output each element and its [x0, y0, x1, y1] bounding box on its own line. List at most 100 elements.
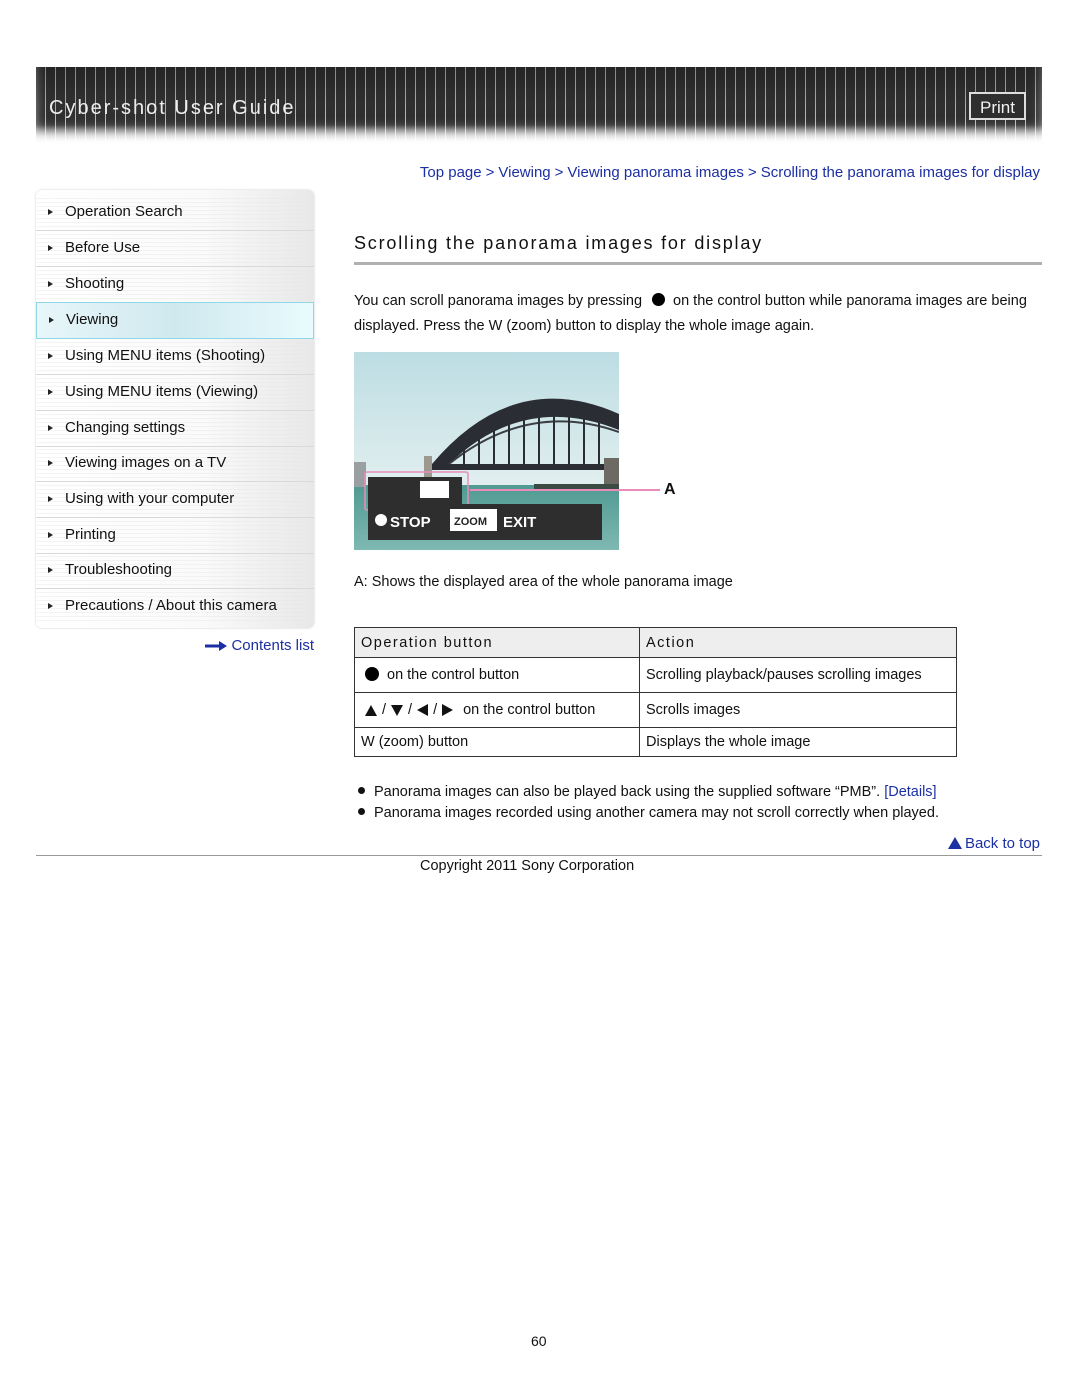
table-cell-button: / / / on the control button — [354, 692, 640, 728]
sidebar-item-menu-viewing[interactable]: Using MENU items (Viewing) — [36, 375, 314, 411]
bullet-icon — [358, 787, 365, 794]
breadcrumb: Top page > Viewing > Viewing panorama images… — [420, 164, 1040, 181]
title-divider — [354, 262, 1042, 265]
sidebar-item-precautions[interactable]: Precautions / About this camera — [36, 589, 314, 624]
header-bar: Cyber-shot User Guide Print — [36, 67, 1042, 143]
breadcrumb-separator: > — [747, 164, 757, 181]
sidebar-item-printing[interactable]: Printing — [36, 518, 314, 554]
table-cell-action: Scrolling playback/pauses scrolling imag… — [639, 657, 957, 693]
back-to-top-label: Back to top — [964, 835, 1040, 852]
overlay-stop-label: STOP — [390, 514, 431, 531]
table-cell-action: Displays the whole image — [639, 727, 957, 757]
sidebar-item-before-use[interactable]: Before Use — [36, 231, 314, 267]
arrow-right-icon — [48, 389, 53, 395]
arrow-right-icon — [48, 496, 53, 502]
sidebar-item-shooting[interactable]: Shooting — [36, 267, 314, 303]
playback-overlay-bar: STOP ZOOM EXIT — [368, 504, 602, 540]
page-title: Scrolling the panorama images for displa… — [354, 233, 763, 253]
page-number: 60 — [531, 1333, 547, 1349]
print-button[interactable]: Print — [969, 92, 1026, 120]
breadcrumb-viewing[interactable]: Viewing — [498, 164, 550, 181]
breadcrumb-viewing-panorama[interactable]: Viewing panorama images — [567, 164, 744, 181]
bullet-icon — [358, 808, 365, 815]
sidebar-item-label: Using MENU items (Viewing) — [65, 383, 259, 400]
footer-divider — [36, 855, 1042, 856]
sidebar-item-viewing-tv[interactable]: Viewing images on a TV — [36, 446, 314, 482]
panorama-illustration: STOP ZOOM EXIT — [354, 352, 619, 550]
sidebar-item-label: Troubleshooting — [65, 561, 173, 578]
arrow-right-icon — [48, 425, 53, 431]
slash: / — [408, 702, 413, 718]
callout-label-a: A — [664, 481, 676, 498]
note-text: Panorama images can also be played back … — [374, 784, 881, 800]
sidebar-item-label: Using MENU items (Shooting) — [65, 347, 266, 364]
arrow-right-icon — [48, 209, 53, 215]
sidebar-item-label: Before Use — [65, 239, 141, 256]
panorama-figure: STOP ZOOM EXIT — [354, 352, 619, 550]
table-cell-button: on the control button — [354, 657, 640, 693]
arrow-left-icon — [417, 704, 429, 717]
table-row: W (zoom) button Displays the whole image — [354, 727, 957, 757]
contents-list-link[interactable]: Contents list — [205, 637, 314, 654]
arrow-right-icon — [48, 460, 53, 466]
arrow-down-icon — [391, 704, 404, 716]
overlay-exit-label: EXIT — [503, 514, 536, 531]
arrow-right-icon — [48, 532, 53, 538]
intro-text-1: You can scroll panorama images by pressi… — [354, 293, 643, 309]
arrow-up-icon — [365, 704, 377, 716]
sidebar-item-label: Printing — [65, 526, 116, 543]
copyright: Copyright 2011 Sony Corporation — [420, 858, 635, 874]
breadcrumb-separator: > — [554, 164, 564, 181]
sidebar-item-label: Shooting — [65, 275, 125, 292]
back-to-top-link[interactable]: Back to top — [947, 835, 1040, 852]
note-text: Panorama images recorded using another c… — [374, 805, 939, 821]
arrow-right-icon — [48, 353, 53, 359]
sidebar-nav: Operation Search Before Use Shooting Vie… — [36, 190, 314, 628]
arrow-right-icon — [442, 704, 454, 717]
sidebar-item-label: Operation Search — [65, 203, 183, 220]
arrow-up-icon — [947, 837, 962, 849]
center-button-icon — [365, 667, 379, 681]
arrow-right-icon — [49, 317, 54, 323]
table-header-action: Action — [639, 627, 957, 658]
app-title: Cyber-shot User Guide — [49, 97, 296, 119]
arrow-right-icon — [48, 245, 53, 251]
center-button-icon — [652, 293, 666, 306]
sidebar-item-label: Changing settings — [65, 419, 186, 436]
sidebar-item-changing-settings[interactable]: Changing settings — [36, 411, 314, 447]
notes-list: Panorama images can also be played back … — [358, 782, 939, 824]
figure-caption: A: Shows the displayed area of the whole… — [354, 574, 733, 590]
sidebar-item-operation-search[interactable]: Operation Search — [36, 195, 314, 231]
sidebar-item-viewing[interactable]: Viewing — [36, 302, 314, 339]
callout-line — [470, 489, 660, 491]
breadcrumb-separator: > — [485, 164, 495, 181]
table-header-row: Operation button Action — [354, 627, 957, 658]
arrow-right-icon — [205, 641, 228, 652]
sidebar-item-troubleshooting[interactable]: Troubleshooting — [36, 553, 314, 589]
buildings — [354, 462, 366, 487]
button-text: on the control button — [387, 667, 520, 683]
intro-paragraph: You can scroll panorama images by pressi… — [354, 289, 1044, 339]
arrow-right-icon — [48, 281, 53, 287]
sidebar-item-computer[interactable]: Using with your computer — [36, 482, 314, 518]
table-cell-button: W (zoom) button — [354, 727, 640, 757]
breadcrumb-current[interactable]: Scrolling the panorama images for displa… — [761, 164, 1040, 181]
header-fade — [36, 125, 1042, 143]
slash: / — [433, 702, 438, 718]
slash: / — [382, 702, 387, 718]
details-link[interactable]: [Details] — [884, 784, 936, 800]
note-item: Panorama images recorded using another c… — [358, 803, 939, 824]
arrow-right-icon — [48, 603, 53, 609]
table-cell-action: Scrolls images — [639, 692, 957, 728]
contents-list-label: Contents list — [231, 637, 314, 654]
overlay-zoom-label: ZOOM — [454, 516, 487, 528]
sidebar-item-label: Viewing — [66, 311, 119, 328]
button-text: on the control button — [463, 702, 596, 718]
arrow-right-icon — [48, 567, 53, 573]
sidebar-item-label: Precautions / About this camera — [65, 597, 277, 614]
sidebar-item-label: Viewing images on a TV — [65, 454, 227, 471]
breadcrumb-top-page[interactable]: Top page — [420, 164, 482, 181]
sidebar-item-menu-shooting[interactable]: Using MENU items (Shooting) — [36, 339, 314, 375]
note-item: Panorama images can also be played back … — [358, 782, 939, 803]
table-header-operation: Operation button — [354, 627, 640, 658]
